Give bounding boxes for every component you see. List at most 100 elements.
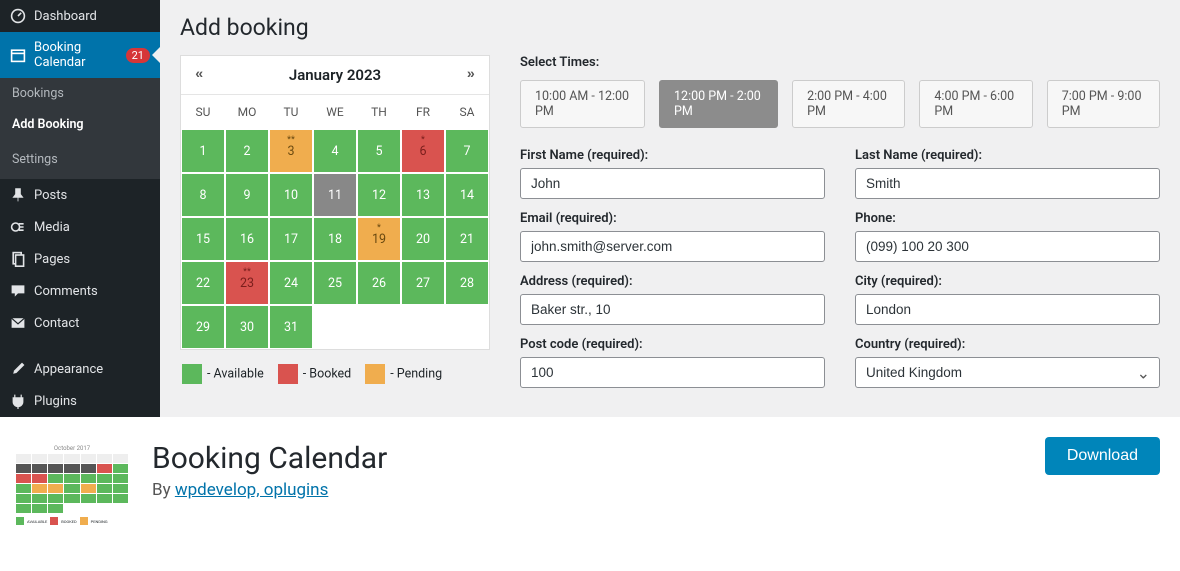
media-icon (10, 219, 26, 235)
menu-booking-calendar[interactable]: Booking Calendar 21 (0, 32, 160, 78)
cal-day[interactable]: 27 (401, 261, 445, 305)
cal-day[interactable]: 14 (445, 173, 489, 217)
cal-day[interactable]: 26 (357, 261, 401, 305)
page-title: Add booking (180, 14, 1160, 41)
country-select[interactable] (855, 357, 1160, 388)
cal-day[interactable]: 15 (181, 217, 225, 261)
cal-next[interactable]: » (467, 67, 475, 83)
cal-day-header: MO (225, 94, 269, 129)
menu-media[interactable]: Media (0, 211, 160, 243)
cal-day-header: WE (313, 94, 357, 129)
cal-day[interactable]: 9 (225, 173, 269, 217)
phone-label: Phone: (855, 211, 1160, 226)
admin-sidebar: Dashboard Booking Calendar 21 Bookings A… (0, 0, 160, 417)
cal-day[interactable]: 20 (401, 217, 445, 261)
swatch-available (182, 364, 202, 384)
menu-label: Media (34, 220, 70, 235)
menu-posts[interactable]: Posts (0, 179, 160, 211)
cal-day[interactable]: 12 (357, 173, 401, 217)
cal-day[interactable]: 18 (313, 217, 357, 261)
plugin-footer: October 2017 AVAILABLE BOOKED PENDING Bo… (0, 417, 1180, 571)
cal-day[interactable]: 30 (225, 305, 269, 349)
cal-day[interactable]: 19* (357, 217, 401, 261)
address-label: Address (required): (520, 274, 825, 289)
postcode-label: Post code (required): (520, 337, 825, 352)
menu-label: Dashboard (34, 9, 97, 24)
time-slot[interactable]: 7:00 PM - 9:00 PM (1047, 80, 1160, 128)
time-slot[interactable]: 12:00 PM - 2:00 PM (659, 80, 778, 128)
swatch-booked (278, 364, 298, 384)
menu-label: Comments (34, 284, 98, 299)
submenu-bookings[interactable]: Bookings (0, 78, 160, 109)
cal-day[interactable]: 25 (313, 261, 357, 305)
first-name-label: First Name (required): (520, 148, 825, 163)
last-name-label: Last Name (required): (855, 148, 1160, 163)
menu-comments[interactable]: Comments (0, 275, 160, 307)
email-input[interactable] (520, 231, 825, 262)
cal-day[interactable]: 2 (225, 129, 269, 173)
cal-day[interactable]: 7 (445, 129, 489, 173)
cal-day[interactable]: 3** (269, 129, 313, 173)
calendar-legend: - Available - Booked - Pending (180, 350, 490, 384)
menu-contact[interactable]: Contact (0, 307, 160, 339)
plugin-byline: By wpdevelop, oplugins (152, 480, 387, 500)
cal-day[interactable]: 6* (401, 129, 445, 173)
menu-plugins[interactable]: Plugins (0, 385, 160, 417)
calendar-grid: SUMOTUWETHFRSA123**456*78910111213141516… (181, 94, 489, 349)
cal-day[interactable]: 24 (269, 261, 313, 305)
cal-day-header: TH (357, 94, 401, 129)
cal-day[interactable]: 29 (181, 305, 225, 349)
plug-icon (10, 393, 26, 409)
postcode-input[interactable] (520, 357, 825, 388)
address-input[interactable] (520, 294, 825, 325)
plugin-thumbnail: October 2017 AVAILABLE BOOKED PENDING (12, 441, 132, 551)
cal-prev[interactable]: « (195, 67, 203, 83)
menu-label: Contact (34, 316, 79, 331)
plugin-author-link[interactable]: wpdevelop, oplugins (175, 480, 328, 500)
cal-day[interactable]: 23** (225, 261, 269, 305)
cal-day[interactable]: 22 (181, 261, 225, 305)
pages-icon (10, 251, 26, 267)
menu-label: Plugins (34, 394, 77, 409)
cal-day-header: SA (445, 94, 489, 129)
menu-label: Booking Calendar (34, 40, 114, 70)
download-button[interactable]: Download (1045, 437, 1160, 475)
menu-pages[interactable]: Pages (0, 243, 160, 275)
calendar-panel: « January 2023 » SUMOTUWETHFRSA123**456*… (180, 55, 490, 350)
cal-day[interactable]: 16 (225, 217, 269, 261)
menu-label: Posts (34, 188, 67, 203)
time-slot[interactable]: 4:00 PM - 6:00 PM (919, 80, 1032, 128)
cal-day[interactable]: 5 (357, 129, 401, 173)
cal-month-label: January 2023 (289, 66, 381, 84)
last-name-input[interactable] (855, 168, 1160, 199)
cal-day[interactable]: 17 (269, 217, 313, 261)
menu-appearance[interactable]: Appearance (0, 353, 160, 385)
comment-icon (10, 283, 26, 299)
time-slot[interactable]: 2:00 PM - 4:00 PM (792, 80, 905, 128)
main-content: Add booking « January 2023 » SUMOTUWETHF… (160, 0, 1180, 417)
cal-day[interactable]: 1 (181, 129, 225, 173)
cal-day[interactable]: 13 (401, 173, 445, 217)
first-name-input[interactable] (520, 168, 825, 199)
phone-input[interactable] (855, 231, 1160, 262)
email-label: Email (required): (520, 211, 825, 226)
menu-dashboard[interactable]: Dashboard (0, 0, 160, 32)
plugin-title: Booking Calendar (152, 441, 387, 476)
cal-day[interactable]: 4 (313, 129, 357, 173)
submenu-add-booking[interactable]: Add Booking (0, 109, 160, 140)
time-slots: 10:00 AM - 12:00 PM 12:00 PM - 2:00 PM 2:0… (520, 80, 1160, 128)
cal-day-header: FR (401, 94, 445, 129)
cal-day[interactable]: 11 (313, 173, 357, 217)
cal-day[interactable]: 31 (269, 305, 313, 349)
cal-day[interactable]: 8 (181, 173, 225, 217)
badge-count: 21 (126, 48, 150, 63)
cal-day[interactable]: 28 (445, 261, 489, 305)
cal-day[interactable]: 10 (269, 173, 313, 217)
cal-day-header: TU (269, 94, 313, 129)
time-slot[interactable]: 10:00 AM - 12:00 PM (520, 80, 645, 128)
submenu-settings[interactable]: Settings (0, 140, 160, 179)
cal-day[interactable]: 21 (445, 217, 489, 261)
city-label: City (required): (855, 274, 1160, 289)
menu-label: Appearance (34, 362, 103, 377)
city-input[interactable] (855, 294, 1160, 325)
